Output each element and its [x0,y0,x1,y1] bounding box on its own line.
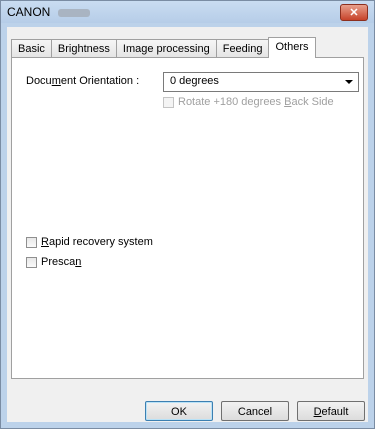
tab-image-processing[interactable]: Image processing [115,39,216,58]
rapid-recovery-label[interactable]: Rapid recovery system [41,236,153,248]
window-title: CANON [7,5,91,19]
title-bar[interactable]: CANON ✕ [1,1,374,23]
dropdown-arrow-icon [345,80,353,84]
default-button[interactable]: Default [297,401,365,421]
close-button[interactable]: ✕ [340,4,368,21]
tab-basic[interactable]: Basic [11,39,51,58]
close-icon: ✕ [349,7,359,19]
document-orientation-value: 0 degrees [170,75,219,87]
tab-others[interactable]: Others [268,37,316,58]
tab-strip: Basic Brightness Image processing Feedin… [11,37,316,58]
rapid-recovery-option[interactable]: Rapid recovery system [26,236,153,248]
rapid-recovery-checkbox[interactable] [26,236,37,248]
prescan-checkbox[interactable] [26,256,37,268]
cancel-button[interactable]: Cancel [221,401,289,421]
rotate-back-side-checkbox[interactable] [163,96,174,108]
tab-feeding[interactable]: Feeding [215,39,269,58]
ok-button[interactable]: OK [145,401,213,421]
prescan-label[interactable]: Prescan [41,256,81,268]
others-tab-panel: Document Orientation : 0 degrees Rotate … [11,57,364,379]
rotate-back-side-label: Rotate +180 degrees Back Side [178,96,334,108]
document-orientation-label: Document Orientation : [26,75,140,87]
tab-brightness[interactable]: Brightness [50,39,116,58]
dialog-client-area: Basic Brightness Image processing Feedin… [7,27,368,422]
redacted-model-name [58,8,91,17]
dialog-window: CANON ✕ Basic Brightness Image processin… [0,0,375,429]
rotate-back-side-option: Rotate +180 degrees Back Side [163,96,334,108]
document-orientation-select[interactable]: 0 degrees [163,72,359,92]
prescan-option[interactable]: Prescan [26,256,81,268]
